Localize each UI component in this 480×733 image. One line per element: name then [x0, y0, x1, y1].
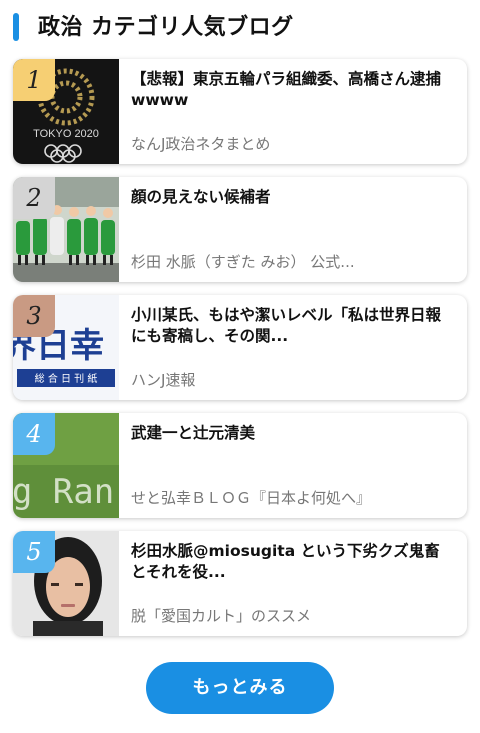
thumb-text: g Ran [13, 472, 114, 512]
item-title: 小川某氏、もはや潔いレベル「私は世界日報にも寄稿し、その関... [131, 306, 442, 345]
rank-badge: 4 [13, 413, 55, 455]
list-item[interactable]: TOKYO 2020 1 【悲報】東京五輪パラ組織委、高橋さん逮捕wwww なん… [13, 59, 467, 164]
item-source: 脱「愛国カルト」のススメ [131, 607, 312, 625]
thumb-text: TOKYO 2020 [33, 128, 99, 140]
rank-badge: 3 [13, 295, 55, 337]
item-title: 顔の見えない候補者 [131, 188, 271, 206]
list-item[interactable]: g Ran 4 武建一と辻元清美 せと弘幸ＢＬＯＧ『日本よ何処へ』 [13, 413, 467, 518]
header-accent-bar [13, 13, 19, 41]
item-source: せと弘幸ＢＬＯＧ『日本よ何処へ』 [131, 489, 372, 507]
list-item[interactable]: 界日幸 総 合 日 刊 紙 3 小川某氏、もはや潔いレベル「私は世界日報にも寄稿… [13, 295, 467, 400]
list-item[interactable]: 2 顔の見えない候補者 杉田 水脈（すぎた みお） 公式... [13, 177, 467, 282]
item-source: ハンJ速報 [131, 371, 196, 389]
item-title: 杉田水脈@miosugita という下劣クズ鬼畜とそれを役... [131, 542, 440, 581]
list-item[interactable]: 5 杉田水脈@miosugita という下劣クズ鬼畜とそれを役... 脱「愛国カ… [13, 531, 467, 636]
item-source: なんJ政治ネタまとめ [131, 135, 271, 153]
thumb-subtext: 総 合 日 刊 紙 [35, 372, 98, 385]
rank-badge: 5 [13, 531, 55, 573]
item-title: 武建一と辻元清美 [131, 424, 256, 442]
item-source: 杉田 水脈（すぎた みお） 公式... [131, 253, 355, 271]
see-more-button[interactable]: もっとみる [146, 662, 334, 714]
rank-badge: 1 [13, 59, 55, 101]
section-title: 政治 カテゴリ人気ブログ [38, 15, 294, 40]
item-title: 【悲報】東京五輪パラ組織委、高橋さん逮捕wwww [131, 70, 442, 109]
ranking-list: TOKYO 2020 1 【悲報】東京五輪パラ組織委、高橋さん逮捕wwww なん… [13, 59, 467, 649]
section-header: 政治 カテゴリ人気ブログ [0, 0, 480, 50]
rank-badge: 2 [13, 177, 55, 219]
